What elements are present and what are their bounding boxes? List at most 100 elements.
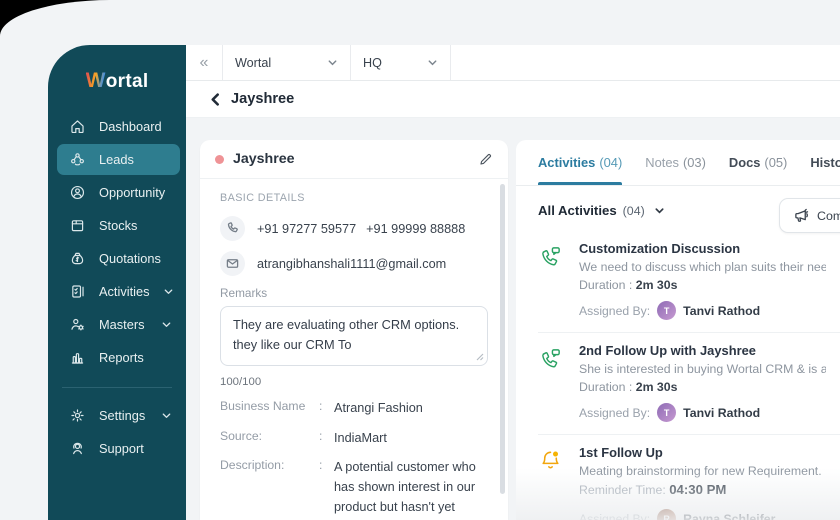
leads-icon	[71, 153, 84, 166]
back-button[interactable]	[209, 92, 222, 106]
sidebar-item-opportunity[interactable]: Opportunity	[57, 177, 180, 208]
tab-activities[interactable]: Activities (04)	[538, 140, 623, 185]
basic-details-heading: BASIC DETAILS	[220, 192, 305, 204]
chevron-down-icon	[164, 289, 172, 294]
chevrons-left-icon: «	[199, 53, 209, 71]
sidebar-item-dashboard[interactable]: Dashboard	[57, 111, 180, 142]
quotations-icon	[71, 252, 84, 265]
activities-icon	[72, 285, 84, 298]
chevron-down-icon	[428, 60, 437, 66]
activity-item-customization-discussion[interactable]: Customization Discussion We need to disc…	[538, 231, 840, 333]
lead-card-scrollbar[interactable]	[500, 184, 505, 494]
assignee-name: Tanvi Rathod	[683, 405, 761, 420]
all-activities-filter[interactable]: All Activities	[538, 203, 617, 218]
assigned-by-label: Assigned By:	[579, 511, 651, 520]
activity-title: Customization Discussion	[579, 241, 741, 256]
tab-docs[interactable]: Docs (05)	[729, 140, 787, 185]
sidebar-item-label: Opportunity	[99, 185, 166, 200]
activity-subtitle: We need to discuss which plan suits thei…	[579, 260, 826, 274]
lead-name: Jayshree	[233, 151, 295, 167]
home-icon	[71, 120, 84, 134]
sidebar-item-reports[interactable]: Reports	[57, 342, 180, 373]
logo-letter: W	[85, 69, 106, 92]
duration-value: 2m 30s	[635, 380, 678, 394]
activity-content: 1st Follow Up Meating brainstorming for …	[579, 445, 826, 520]
stocks-icon	[71, 220, 84, 232]
tab-label: Notes	[645, 155, 679, 170]
chevron-down-icon	[328, 60, 337, 66]
app-window: Wortal Dashboard Leads Opportunity Stock…	[0, 0, 840, 520]
activity-subtitle: Meating brainstorming for new Requiremen…	[579, 464, 822, 478]
support-icon	[73, 442, 82, 455]
pencil-icon	[480, 153, 492, 165]
chevron-down-icon	[162, 322, 171, 327]
field-value: IndiaMart	[334, 430, 387, 445]
lead-detail-card: Jayshree BASIC DETAILS +91 97277 59577 +…	[200, 140, 508, 520]
sidebar-item-label: Settings	[99, 408, 146, 423]
sidebar-item-label: Leads	[99, 152, 134, 167]
activity-subtitle: She is interested in buying Wortal CRM &…	[579, 362, 826, 376]
tab-notes[interactable]: Notes (03)	[645, 140, 706, 185]
tab-count: (05)	[764, 155, 788, 170]
tab-count: (04)	[599, 155, 623, 170]
phone-number-2: +91 99999 88888	[366, 221, 466, 236]
assignee-name: Rayna Schleifer	[683, 511, 776, 520]
workspace-select[interactable]: Wortal	[223, 45, 351, 80]
phone-icon	[220, 216, 245, 241]
edit-lead-button[interactable]	[478, 152, 493, 167]
wortal-logo: Wortal	[48, 69, 186, 93]
field-label: Description:	[220, 458, 285, 473]
sidebar-item-label: Support	[99, 441, 144, 456]
resize-grip-icon[interactable]	[476, 348, 484, 366]
email-row: atrangibhanshali1111@gmail.com	[220, 251, 488, 276]
lead-card-body: BASIC DETAILS +91 97277 59577 +91 99999 …	[200, 179, 508, 520]
masters-icon	[71, 318, 84, 331]
business-name-field: Business Name : Atrangi Fashion	[220, 399, 488, 419]
duration-label: Duration :	[579, 278, 636, 292]
lead-card-header: Jayshree	[200, 140, 508, 179]
communication-button[interactable]: Communication	[779, 198, 840, 233]
sidebar-item-stocks[interactable]: Stocks	[57, 210, 180, 241]
megaphone-icon	[795, 208, 809, 222]
sidebar-item-leads[interactable]: Leads	[57, 144, 180, 175]
sidebar-item-masters[interactable]: Masters	[57, 309, 180, 340]
sidebar-item-support[interactable]: Support	[57, 433, 180, 464]
duration-value: 2m 30s	[635, 278, 678, 292]
chevron-down-icon[interactable]	[654, 205, 665, 216]
sidebar-item-label: Stocks	[99, 218, 138, 233]
assigned-by-label: Assigned By:	[579, 303, 651, 318]
duration-label: Duration :	[579, 380, 636, 394]
sidebar-item-quotations[interactable]: Quotations	[57, 243, 180, 274]
lead-status-dot	[215, 154, 224, 164]
branch-select[interactable]: HQ	[351, 45, 451, 80]
workspace-value: Wortal	[235, 55, 272, 70]
tab-history[interactable]: History (04)	[810, 140, 840, 185]
source-field: Source: : IndiaMart	[220, 429, 488, 449]
activity-reminder-time: Reminder Time: 04:30 PM	[579, 482, 826, 497]
activity-panel: Activities (04) Notes (03) Docs (05) His…	[516, 140, 840, 520]
opportunity-icon	[70, 185, 85, 200]
activity-duration: Duration : 2m 30s	[579, 380, 826, 394]
reminder-time-value: 04:30 PM	[669, 482, 727, 497]
remarks-input[interactable]: They are evaluating other CRM options. t…	[220, 306, 488, 366]
avatar: T	[657, 301, 677, 320]
field-value: Atrangi Fashion	[334, 401, 423, 415]
activity-item-2nd-follow-up[interactable]: 2nd Follow Up with Jayshree She is inter…	[538, 333, 840, 435]
sidebar-item-label: Quotations	[99, 251, 161, 266]
reminder-bell-icon	[538, 445, 566, 520]
tab-count: (03)	[682, 155, 706, 170]
collapse-sidebar-button[interactable]: «	[186, 45, 223, 80]
breadcrumb: Jayshree	[186, 81, 840, 118]
page-title: Jayshree	[231, 91, 295, 107]
sidebar: Wortal Dashboard Leads Opportunity Stock…	[48, 45, 186, 520]
gear-icon	[71, 409, 84, 422]
tab-label: History	[810, 155, 840, 170]
reports-icon	[71, 353, 84, 364]
assignee-name: Tanvi Rathod	[683, 303, 761, 318]
avatar: R	[657, 509, 677, 520]
sidebar-item-settings[interactable]: Settings	[57, 400, 180, 431]
sidebar-item-activities[interactable]: Activities	[57, 276, 180, 307]
activity-item-1st-follow-up[interactable]: 1st Follow Up Meating brainstorming for …	[538, 435, 840, 520]
email-value: atrangibhanshali1111@gmail.com	[257, 256, 447, 271]
activity-list: Customization Discussion We need to disc…	[516, 231, 840, 520]
